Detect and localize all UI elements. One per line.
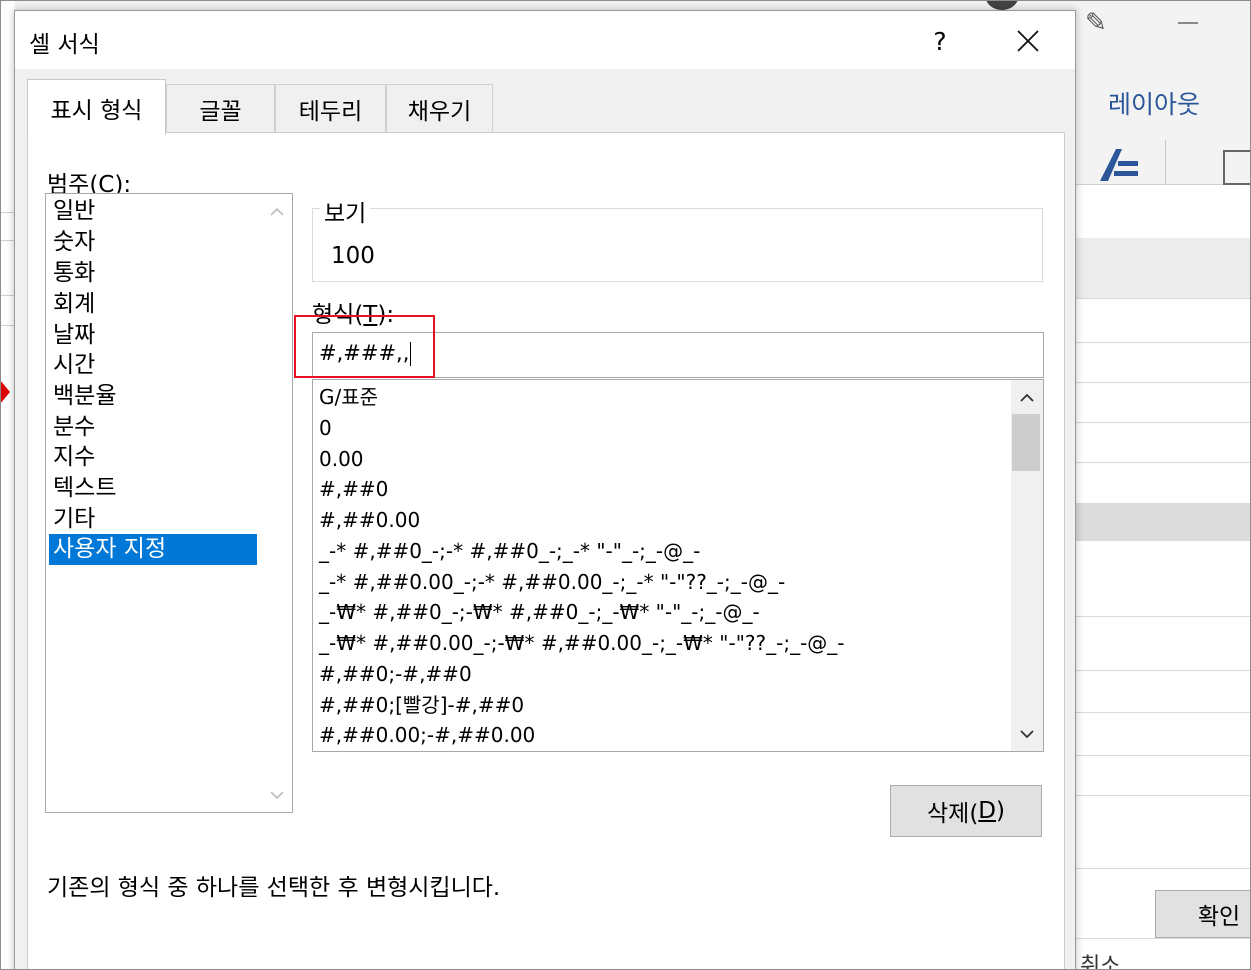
bg-title-strip: [0, 0, 1251, 10]
pin-icon[interactable]: ✎: [1085, 8, 1107, 38]
format-list-item[interactable]: G/표준: [319, 382, 378, 413]
bg-row-line: [1074, 795, 1251, 796]
hint-text: 기존의 형식 중 하나를 선택한 후 변형시킵니다.: [47, 875, 501, 901]
bg-left-line: [0, 295, 14, 296]
category-list[interactable]: 일반 숫자 통화 회계 날짜 시간 백분율 분수 지수 텍스트 기타 사용자 지…: [45, 193, 293, 813]
format-list-scrollbar[interactable]: [1011, 380, 1043, 751]
format-list-item[interactable]: 0: [319, 413, 332, 444]
dialog-title-bar[interactable]: 셀 서식 ?: [15, 11, 1075, 69]
bg-selected-row: [1074, 503, 1251, 541]
bg-left-line: [0, 240, 14, 241]
bg-row-line: [1074, 616, 1251, 617]
category-item-number[interactable]: 숫자: [49, 227, 257, 258]
format-list-item[interactable]: #,##0: [319, 474, 388, 505]
category-scroll-up[interactable]: [262, 200, 292, 222]
format-cells-dialog: 셀 서식 ? 표시 형식 글꼴 테두리 채우기 범주(C): 일반 숫자 통화 …: [14, 10, 1076, 970]
category-item-time[interactable]: 시간: [49, 350, 257, 381]
format-list-item[interactable]: #,##0;-#,##0: [319, 659, 472, 690]
preview-legend: 보기: [320, 194, 371, 228]
format-list-item[interactable]: #,##0.00: [319, 505, 420, 536]
category-scroll-down[interactable]: [262, 784, 292, 806]
red-arrow-icon: [0, 380, 10, 404]
format-scroll-up[interactable]: [1011, 386, 1043, 408]
bg-row-line: [1074, 868, 1251, 869]
category-item-general[interactable]: 일반: [49, 196, 257, 227]
bg-row-line: [1074, 755, 1251, 756]
bg-left-line: [0, 325, 14, 326]
delete-label-prefix: 삭제(: [927, 801, 979, 827]
close-button[interactable]: [1005, 19, 1051, 63]
format-scroll-thumb[interactable]: [1012, 414, 1040, 471]
category-item-accounting[interactable]: 회계: [49, 289, 257, 320]
category-item-custom[interactable]: 사용자 지정: [49, 534, 257, 565]
chevron-up-icon: [270, 207, 284, 216]
format-list-item[interactable]: #,##0;[빨강]-#,##0: [319, 690, 524, 721]
category-item-scientific[interactable]: 지수: [49, 442, 257, 473]
format-list-item[interactable]: 0.00: [319, 444, 364, 475]
minimize-icon[interactable]: [1178, 22, 1198, 24]
category-item-text[interactable]: 텍스트: [49, 473, 257, 504]
category-item-special[interactable]: 기타: [49, 504, 257, 535]
format-list-item[interactable]: _-₩* #,##0.00_-;-₩* #,##0.00_-;_-₩* "-"?…: [319, 628, 845, 659]
chevron-up-icon: [1020, 393, 1034, 402]
bg-row-line: [1074, 298, 1251, 299]
category-item-fraction[interactable]: 분수: [49, 412, 257, 443]
format-list-item[interactable]: _-* #,##0.00_-;-* #,##0.00_-;_-* "-"??_-…: [319, 567, 785, 598]
bg-left-line: [0, 212, 14, 213]
bg-sheet-area: [1074, 185, 1251, 970]
category-scrollbar[interactable]: [262, 194, 292, 812]
tab-font[interactable]: 글꼴: [166, 84, 275, 133]
delete-button[interactable]: 삭제(D): [890, 785, 1042, 837]
format-list[interactable]: G/표준 0 0.00 #,##0 #,##0.00 _-* #,##0_-;-…: [312, 379, 1044, 752]
bg-row-line: [1074, 462, 1251, 463]
bg-ribbon-tab-layout[interactable]: 레이아웃: [1108, 85, 1200, 121]
format-painter-icon[interactable]: [1098, 145, 1140, 183]
highlight-box: [294, 315, 435, 378]
dialog-title: 셀 서식: [29, 32, 100, 58]
bg-row-line: [1074, 342, 1251, 343]
format-list-item[interactable]: _-* #,##0_-;-* #,##0_-;_-* "-"_-;_-@_-: [319, 536, 700, 567]
delete-label-key: D: [978, 798, 997, 824]
bg-ribbon-divider: [1165, 140, 1166, 184]
chevron-down-icon: [1020, 729, 1034, 738]
preview-group: [312, 208, 1043, 282]
bg-ok-button[interactable]: 확인: [1155, 890, 1251, 938]
tab-fill[interactable]: 채우기: [386, 84, 493, 133]
bg-row-line: [1074, 670, 1251, 671]
bg-row-line: [1074, 712, 1251, 713]
bg-row-line: [1074, 382, 1251, 383]
bg-ribbon-icon-fragment[interactable]: [1223, 150, 1251, 185]
close-icon: [1017, 30, 1039, 52]
category-item-currency[interactable]: 통화: [49, 258, 257, 289]
format-scroll-down[interactable]: [1011, 723, 1043, 745]
preview-value: 100: [331, 243, 375, 269]
chevron-down-icon: [270, 790, 284, 799]
category-item-date[interactable]: 날짜: [49, 320, 257, 351]
bg-header-band: [1074, 238, 1251, 298]
bg-cancel-button[interactable]: 취소: [1080, 948, 1120, 970]
delete-label-suffix: ): [996, 798, 1005, 824]
format-list-item[interactable]: _-₩* #,##0_-;-₩* #,##0_-;_-₩* "-"_-;_-@_…: [319, 597, 760, 628]
tab-number[interactable]: 표시 형식: [27, 79, 166, 135]
help-button[interactable]: ?: [920, 21, 960, 61]
bg-left-strip: [0, 0, 14, 970]
bg-row-line: [1074, 938, 1251, 939]
tab-border[interactable]: 테두리: [275, 84, 386, 133]
format-list-item[interactable]: #,##0.00;-#,##0.00: [319, 720, 535, 751]
bg-row-line: [1074, 422, 1251, 423]
category-item-percentage[interactable]: 백분율: [49, 381, 257, 412]
